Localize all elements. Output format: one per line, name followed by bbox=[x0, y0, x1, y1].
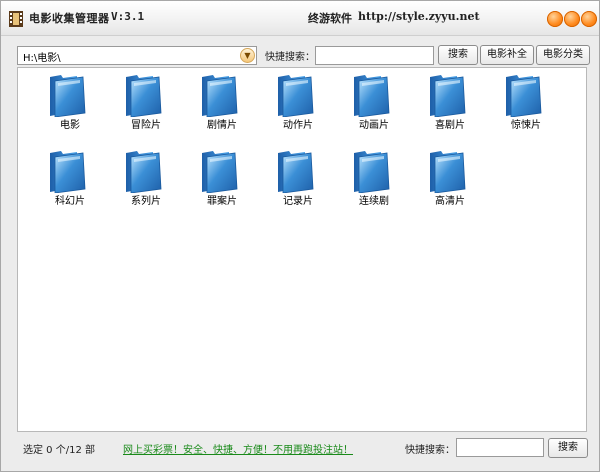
chevron-down-icon[interactable]: ▼ bbox=[240, 48, 255, 63]
app-window: 电影收集管理器 V:3.1 终游软件 http://style.zyyu.net… bbox=[0, 0, 600, 472]
folder-label: 科幻片 bbox=[55, 196, 85, 207]
folder-item[interactable]: 记录片 bbox=[263, 148, 323, 218]
folder-item[interactable]: 冒险片 bbox=[111, 72, 171, 142]
folder-item[interactable]: 惊悚片 bbox=[491, 72, 551, 142]
brand-name: 终游软件 bbox=[308, 12, 352, 25]
folder-item[interactable]: 喜剧片 bbox=[415, 72, 475, 142]
title-bar[interactable]: 电影收集管理器 V:3.1 终游软件 http://style.zyyu.net bbox=[1, 1, 599, 36]
maximize-button[interactable] bbox=[564, 11, 580, 27]
movie-supplement-button[interactable]: 电影补全 bbox=[480, 45, 534, 65]
folder-item[interactable]: 动作片 bbox=[263, 72, 323, 142]
folder-icon bbox=[277, 75, 314, 117]
lottery-ad-link[interactable]: 网上买彩票！安全、快捷、方便！不用再跑投注站！ bbox=[123, 441, 353, 456]
quick-search-label: 快捷搜索： bbox=[405, 445, 455, 456]
folder-icon bbox=[429, 151, 466, 193]
folder-label: 电影 bbox=[60, 120, 80, 131]
folder-icon bbox=[353, 151, 390, 193]
film-app-icon bbox=[9, 11, 23, 27]
folder-item[interactable]: 动画片 bbox=[339, 72, 399, 142]
folder-view: 电影 冒险片 剧情片 动作片 动画片 喜剧片 惊悚片 科幻片 系列片 罪案片 记… bbox=[17, 67, 587, 432]
folder-icon bbox=[125, 75, 162, 117]
search-button[interactable]: 搜索 bbox=[438, 45, 478, 65]
folder-item[interactable]: 高清片 bbox=[415, 148, 475, 218]
folder-icon bbox=[201, 151, 238, 193]
app-title: 电影收集管理器 bbox=[29, 12, 110, 25]
folder-icon bbox=[49, 75, 86, 117]
folder-item[interactable]: 科幻片 bbox=[35, 148, 95, 218]
quick-search-input-bottom[interactable] bbox=[456, 438, 544, 457]
folder-item[interactable]: 连续剧 bbox=[339, 148, 399, 218]
folder-icon bbox=[49, 151, 86, 193]
folder-icon bbox=[353, 75, 390, 117]
folder-icon bbox=[505, 75, 542, 117]
folder-label: 动作片 bbox=[283, 120, 313, 131]
app-version: V:3.1 bbox=[111, 10, 145, 23]
selection-count: 选定 0 个/12 部 bbox=[23, 445, 95, 456]
folder-item[interactable]: 系列片 bbox=[111, 148, 171, 218]
quick-search-label: 快捷搜索： bbox=[265, 52, 315, 63]
folder-item[interactable]: 罪案片 bbox=[187, 148, 247, 218]
status-bar: 选定 0 个/12 部 网上买彩票！安全、快捷、方便！不用再跑投注站！ 快捷搜索… bbox=[1, 433, 599, 469]
toolbar: H:\电影\ ▼ 快捷搜索： 搜索 电影补全 电影分类 bbox=[1, 37, 599, 67]
folder-label: 动画片 bbox=[359, 120, 389, 131]
close-button[interactable] bbox=[581, 11, 597, 27]
folder-label: 冒险片 bbox=[131, 120, 161, 131]
quick-search-input[interactable] bbox=[315, 46, 434, 65]
movie-classify-button[interactable]: 电影分类 bbox=[536, 45, 590, 65]
folder-icon bbox=[201, 75, 238, 117]
folder-icon bbox=[125, 151, 162, 193]
search-button-bottom[interactable]: 搜索 bbox=[548, 438, 588, 458]
folder-label: 系列片 bbox=[131, 196, 161, 207]
brand-url[interactable]: http://style.zyyu.net bbox=[358, 10, 480, 23]
folder-label: 喜剧片 bbox=[435, 120, 465, 131]
folder-label: 罪案片 bbox=[207, 196, 237, 207]
folder-label: 记录片 bbox=[283, 196, 313, 207]
minimize-button[interactable] bbox=[547, 11, 563, 27]
folder-item[interactable]: 剧情片 bbox=[187, 72, 247, 142]
folder-label: 剧情片 bbox=[207, 120, 237, 131]
folder-label: 高清片 bbox=[435, 196, 465, 207]
path-value: H:\电影\ bbox=[23, 53, 61, 64]
folder-label: 连续剧 bbox=[359, 196, 389, 207]
folder-icon bbox=[429, 75, 466, 117]
path-dropdown[interactable]: H:\电影\ ▼ bbox=[17, 46, 257, 65]
folder-icon bbox=[277, 151, 314, 193]
folder-item[interactable]: 电影 bbox=[35, 72, 95, 142]
folder-label: 惊悚片 bbox=[511, 120, 541, 131]
